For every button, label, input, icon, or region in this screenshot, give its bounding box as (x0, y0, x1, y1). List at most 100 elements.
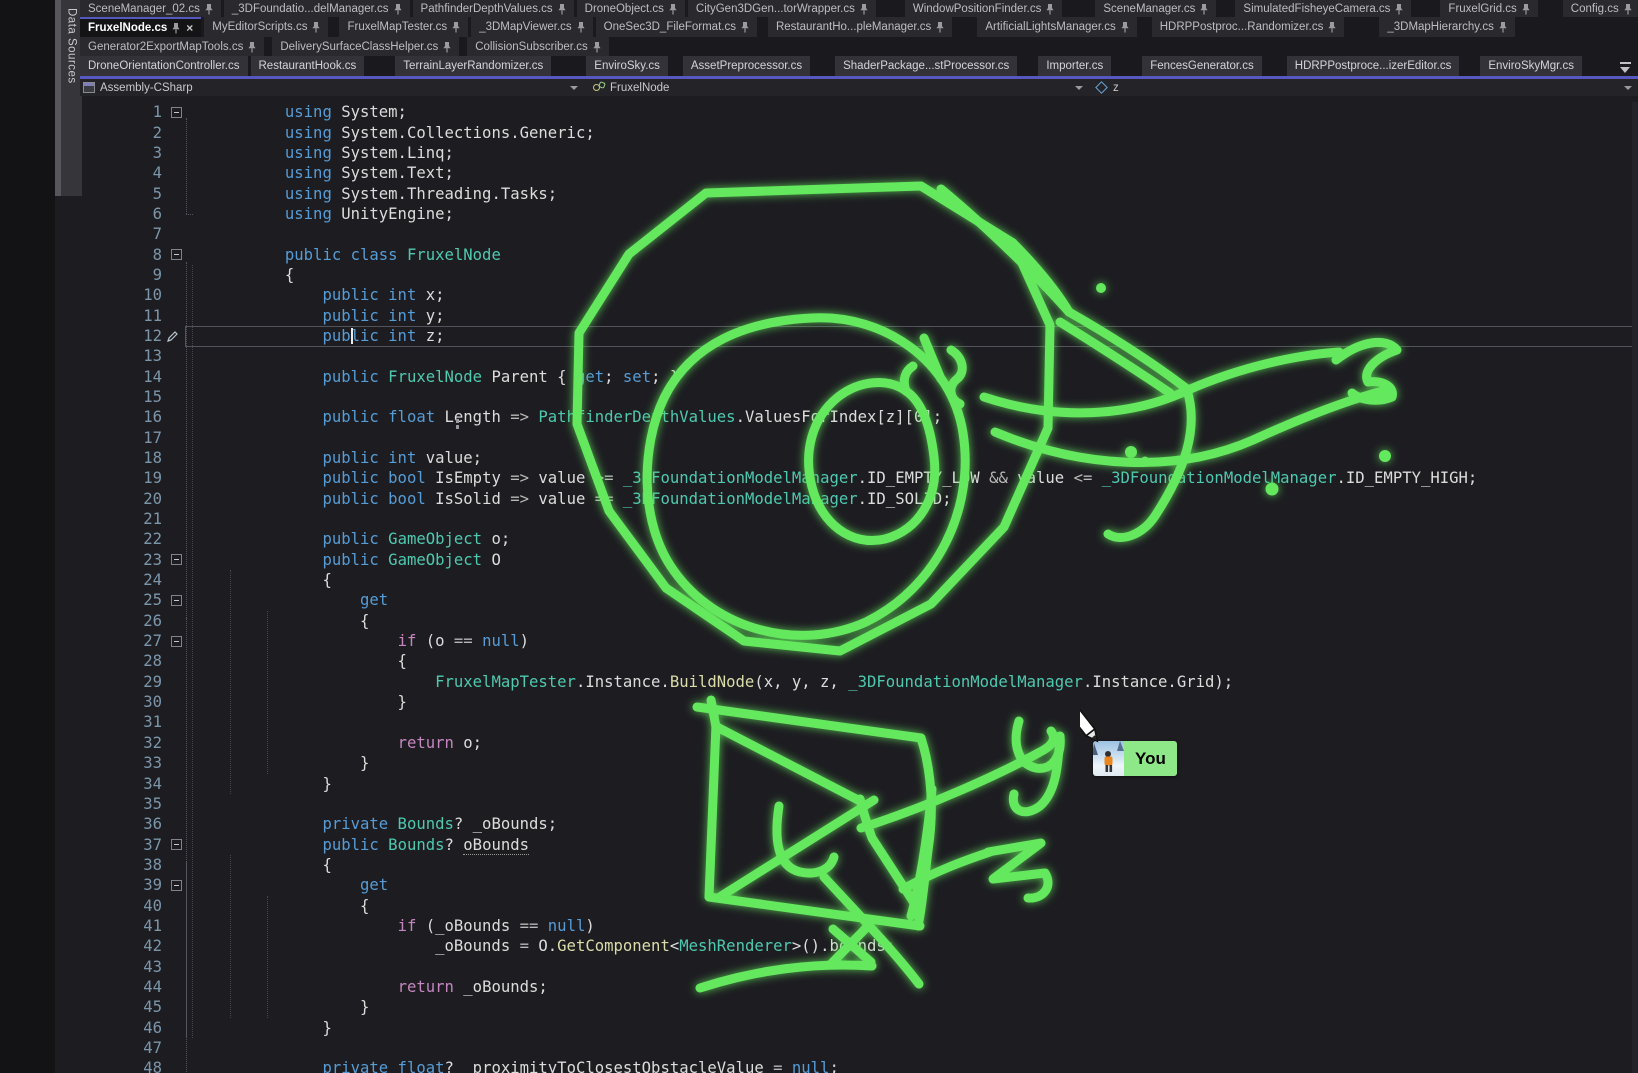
tab-label: TerrainLayerRandomizer.cs (403, 60, 543, 72)
document-tab[interactable]: FruxelMapTester.cs (339, 17, 468, 37)
pin-icon[interactable] (312, 21, 320, 33)
tab-label: WindowPositionFinder.cs (913, 3, 1041, 15)
line-number: 40 (143, 897, 162, 915)
pin-icon[interactable] (394, 3, 402, 15)
pin-icon[interactable] (248, 41, 256, 53)
pin-icon[interactable] (593, 41, 601, 53)
close-icon[interactable]: × (186, 22, 193, 34)
document-tab[interactable]: Generator2ExportMapTools.cs (80, 37, 264, 56)
code-line[interactable]: 6 using UnityEngine; (80, 204, 1638, 224)
code-token: UnityEngine; (332, 205, 454, 223)
document-tab[interactable]: Importer.cs (1038, 56, 1111, 76)
document-tab[interactable]: _3DMapHierarchy.cs (1379, 17, 1515, 37)
document-tab[interactable]: ShaderPackage...stProcessor.cs (835, 56, 1017, 76)
document-tab[interactable]: EnviroSkyMgr.cs (1480, 56, 1582, 76)
code-token: BuildNode (670, 673, 755, 691)
code-line[interactable]: 34 } (80, 773, 1638, 793)
tab-label: AssetPreprocessor.cs (691, 60, 802, 72)
code-line[interactable]: 14 public FruxelNode Parent { get; set; … (80, 366, 1638, 386)
code-line[interactable]: 16 public float Length => PathfinderDept… (80, 407, 1638, 427)
chevron-down-icon[interactable] (570, 86, 578, 90)
line-number: 47 (143, 1039, 162, 1057)
document-tab[interactable]: OneSec3D_FileFormat.cs (596, 17, 757, 37)
document-tab[interactable]: _3DFoundatio...delManager.cs (224, 0, 410, 17)
document-tab[interactable]: SceneManager.cs (1095, 0, 1216, 17)
pin-icon[interactable] (860, 3, 868, 15)
pin-icon[interactable] (172, 22, 180, 34)
fold-toggle-icon[interactable] (171, 595, 182, 606)
code-line[interactable]: 46 } (80, 1017, 1638, 1037)
document-tab[interactable]: FencesGenerator.cs (1142, 56, 1262, 76)
document-tab[interactable]: Config.cs (1563, 0, 1638, 17)
code-line[interactable]: 42 _oBounds = O.GetComponent<MeshRendere… (80, 936, 1638, 956)
fold-toggle-icon[interactable] (171, 839, 182, 850)
fold-toggle-icon[interactable] (171, 107, 182, 118)
tab-overflow-icon[interactable] (1619, 62, 1632, 74)
fold-toggle-icon[interactable] (171, 880, 182, 891)
pin-icon[interactable] (1499, 21, 1507, 33)
pin-icon[interactable] (1046, 3, 1054, 15)
pin-icon[interactable] (1395, 3, 1403, 15)
pin-icon[interactable] (577, 21, 585, 33)
line-number: 21 (143, 510, 162, 528)
document-tab[interactable]: RestaurantHook.cs (251, 56, 365, 76)
pin-icon[interactable] (558, 3, 566, 15)
document-tab[interactable]: TerrainLayerRandomizer.cs (395, 56, 551, 76)
code-token: Bounds (379, 836, 445, 854)
pin-icon[interactable] (1200, 3, 1208, 15)
document-tab[interactable]: EnviroSky.cs (586, 56, 668, 76)
fold-toggle-icon[interactable] (171, 554, 182, 565)
code-line[interactable]: 30 } (80, 692, 1638, 712)
document-tab[interactable]: RestaurantHo...pleManager.cs (768, 17, 952, 37)
document-tab[interactable]: _3DMapViewer.cs (471, 17, 592, 37)
document-tab[interactable]: DroneObject.cs (577, 0, 685, 17)
document-tab[interactable]: MyEditorScripts.cs (204, 17, 328, 37)
document-tab[interactable]: SceneManager_02.cs (80, 0, 221, 17)
code-line[interactable]: 8 public class FruxelNode (80, 244, 1638, 264)
code-line[interactable]: 48 private float? _proximityToClosestObs… (80, 1058, 1638, 1073)
document-tab[interactable]: AssetPreprocessor.cs (683, 56, 810, 76)
document-tab[interactable]: CollisionSubscriber.cs (467, 37, 609, 56)
pin-icon[interactable] (936, 21, 944, 33)
data-sources-tab[interactable]: Data Sources (61, 0, 82, 196)
pin-icon[interactable] (1522, 3, 1530, 15)
fold-toggle-icon[interactable] (171, 249, 182, 260)
chevron-down-icon[interactable] (1075, 86, 1083, 90)
code-line[interactable]: 20 public bool IsSolid => value == _3DFo… (80, 489, 1638, 509)
line-number: 19 (143, 469, 162, 487)
code-line[interactable]: 12 public int z; (80, 326, 1638, 346)
line-number: 2 (153, 124, 162, 142)
pin-icon[interactable] (1121, 21, 1129, 33)
pin-icon[interactable] (452, 21, 460, 33)
pin-icon[interactable] (205, 3, 213, 15)
document-tab[interactable]: DroneOrientationController.cs (80, 56, 248, 76)
pin-icon[interactable] (741, 21, 749, 33)
document-tab[interactable]: HDRPPostproc...Randomizer.cs (1152, 17, 1345, 37)
code-token: null (482, 632, 520, 650)
document-tab[interactable]: ArtificialLightsManager.cs (977, 17, 1136, 37)
tab-label: Importer.cs (1046, 60, 1103, 72)
chevron-down-icon[interactable] (1624, 86, 1632, 90)
document-tab[interactable]: WindowPositionFinder.cs (905, 0, 1062, 17)
document-tab[interactable]: FruxelNode.cs × (80, 17, 201, 37)
type-dropdown[interactable]: FruxelNode (592, 82, 1075, 94)
line-number: 13 (143, 347, 162, 365)
pin-icon[interactable] (1624, 3, 1632, 15)
scrollbar[interactable] (1632, 102, 1638, 1073)
pin-icon[interactable] (443, 41, 451, 53)
code-editor[interactable]: 1 using System; 2 using Syste (80, 102, 1638, 1073)
document-tab[interactable]: DeliverySurfaceClassHelper.cs (272, 37, 459, 56)
pin-icon[interactable] (1328, 21, 1336, 33)
document-tab[interactable]: PathfinderDepthValues.cs (413, 0, 574, 17)
document-tab[interactable]: HDRPPostproce...izerEditor.cs (1287, 56, 1460, 76)
document-tab[interactable]: SimulatedFisheyeCamera.cs (1235, 0, 1411, 17)
fold-toggle-icon[interactable] (171, 636, 182, 647)
member-dropdown[interactable]: z (1095, 82, 1119, 94)
line-number: 25 (143, 591, 162, 609)
document-tab[interactable]: FruxelGrid.cs (1440, 0, 1537, 17)
code-token (285, 327, 323, 345)
document-tab[interactable]: CityGen3DGen...torWrapper.cs (688, 0, 876, 17)
line-number: 36 (143, 815, 162, 833)
pin-icon[interactable] (669, 3, 677, 15)
line-number: 1 (153, 103, 162, 121)
